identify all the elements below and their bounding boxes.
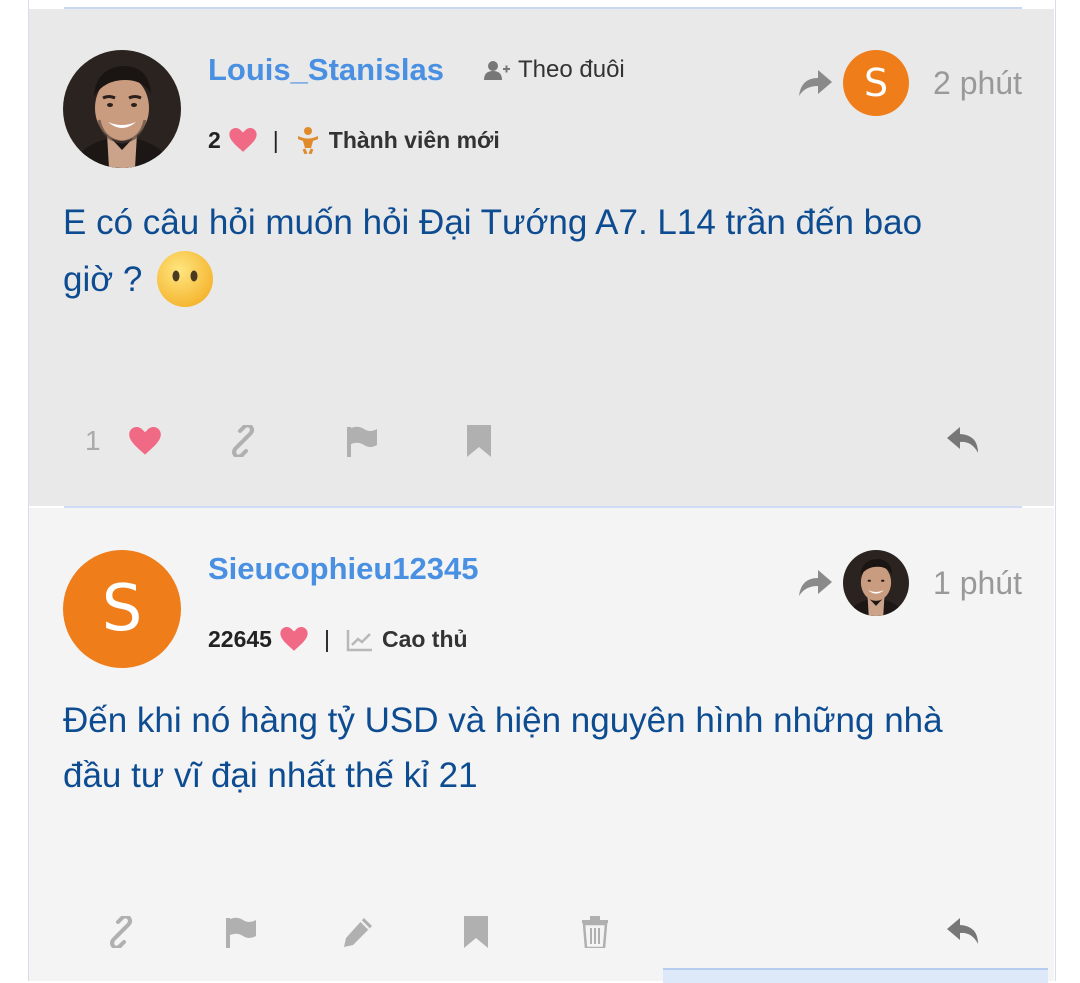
left-border (0, 0, 29, 981)
avatar-letter: S (101, 572, 143, 646)
flag-icon (226, 917, 256, 948)
heart-icon (128, 426, 161, 455)
separator: | (272, 126, 279, 153)
user-photo-icon (843, 550, 909, 616)
post-time-group: 1 phút (797, 550, 1022, 616)
separator: | (323, 626, 330, 652)
user-avatar[interactable]: S (63, 550, 181, 668)
post-time-group: S 2 phút (797, 50, 1022, 116)
post-content-line: giờ ? (63, 259, 143, 299)
user-meta: 22645 | Cao thủ (208, 626, 468, 653)
post-content-line: đầu tư vĩ đại nhất thế kỉ 21 (63, 756, 478, 795)
post: S Sieucophieu12345 22645 | Cao thủ 1 phú… (29, 508, 1054, 981)
bookmark-button[interactable] (467, 425, 491, 457)
user-meta: 2 | Thành viên mới (208, 126, 500, 154)
share-arrow-icon (799, 70, 832, 96)
reply-button[interactable] (946, 425, 980, 455)
share-arrow-icon (799, 570, 832, 596)
heart-icon (280, 627, 308, 651)
username[interactable]: Sieucophieu12345 (208, 551, 479, 587)
bookmark-icon (467, 425, 491, 457)
username[interactable]: Louis_Stanislas (208, 52, 444, 88)
add-user-icon (484, 61, 510, 80)
heart-icon (229, 127, 257, 152)
like-button[interactable]: 1 (85, 425, 161, 457)
avatar-letter: S (863, 61, 889, 105)
link-icon (110, 916, 132, 948)
chart-trend-icon (346, 629, 372, 651)
user-photo-icon (63, 50, 181, 168)
post: Louis_Stanislas Theo đuôi 2 | Thành viên… (29, 9, 1054, 506)
flag-button[interactable] (224, 916, 258, 948)
post-content-line: Đến khi nó hàng tỷ USD và hiện nguyên hì… (63, 701, 943, 740)
pencil-icon (344, 918, 372, 947)
follow-label: Theo đuôi (518, 56, 625, 83)
user-rank: Thành viên mới (328, 126, 500, 153)
bookmark-icon (464, 916, 488, 948)
right-border (1055, 0, 1080, 981)
trash-icon (582, 916, 608, 948)
user-avatar[interactable] (63, 50, 181, 168)
post-actions: 1 (29, 417, 1054, 467)
post-content: E có câu hỏi muốn hỏi Đại Tướng A7. L14 … (63, 195, 1023, 308)
link-icon (232, 425, 254, 457)
follow-button[interactable]: Theo đuôi (484, 56, 625, 84)
post-content: Đến khi nó hàng tỷ USD và hiện nguyên hì… (63, 693, 1023, 803)
flag-button[interactable] (345, 425, 379, 457)
reply-icon (947, 427, 978, 453)
reply-to-avatar[interactable] (843, 550, 909, 616)
post-time[interactable]: 2 phút (933, 65, 1022, 102)
top-divider (64, 7, 1022, 9)
delete-button[interactable] (581, 916, 609, 948)
flag-icon (347, 426, 377, 457)
likes-count: 2 (208, 126, 221, 153)
new-member-icon (297, 127, 318, 154)
copy-link-button[interactable] (105, 916, 137, 948)
copy-link-button[interactable] (227, 425, 259, 457)
user-rank: Cao thủ (381, 626, 468, 652)
no-mouth-emoji-icon (156, 250, 214, 308)
post-content-line: E có câu hỏi muốn hỏi Đại Tướng A7. L14 … (63, 203, 923, 242)
post-actions (29, 913, 1054, 963)
reply-to-avatar[interactable]: S (843, 50, 909, 116)
likes-count: 22645 (208, 626, 272, 652)
post-time[interactable]: 1 phút (933, 565, 1022, 602)
reply-button[interactable] (946, 916, 980, 946)
reply-icon (947, 918, 978, 944)
like-count: 1 (85, 425, 101, 456)
bookmark-button[interactable] (464, 916, 488, 948)
edit-button[interactable] (342, 916, 374, 948)
